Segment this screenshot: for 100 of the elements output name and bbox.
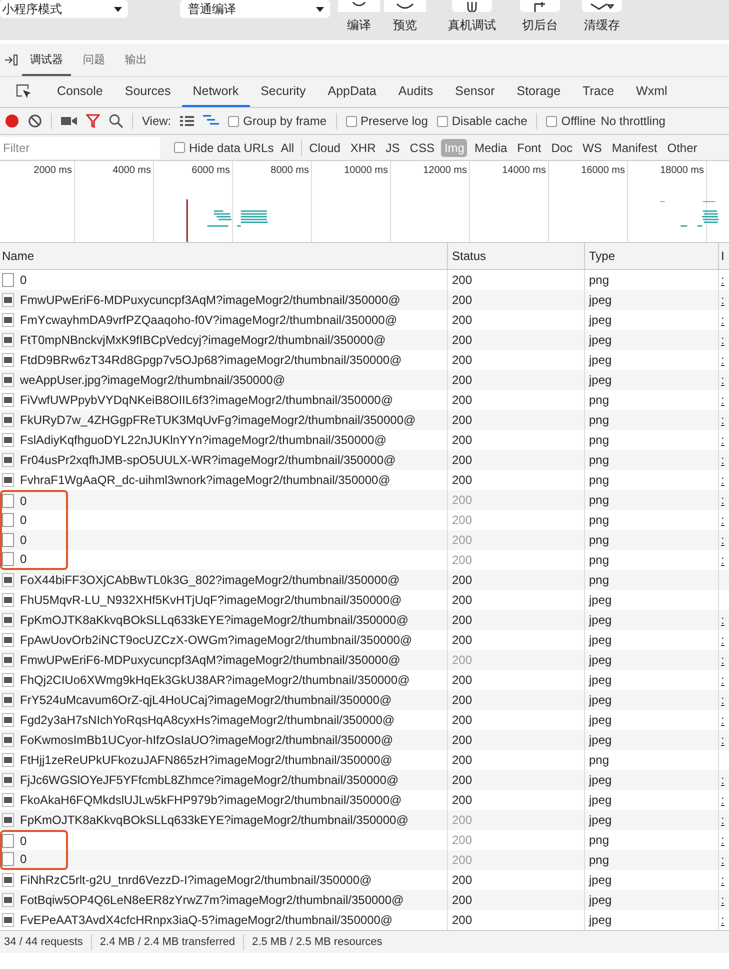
waterfall-view-icon[interactable] [203,115,220,127]
request-name[interactable]: FrY524uMcavum6OrZ-qjL4HoUCaj?imageMogr2/thumbnail/350000@ [20,693,392,707]
request-name[interactable]: FhQj2CIUo6XWmg9kHqEk3GkU38AR?imageMogr2/thumbnail/350000@ [20,673,410,687]
request-name[interactable]: FpKmOJTK8aKkvqBOkSLLq633kEYE?imageMogr2/thumbnail/350000@ [20,813,408,827]
checkbox-option[interactable]: Offline [546,114,596,128]
request-name[interactable]: 0 [20,834,27,848]
request-name[interactable]: FiNhRzC5rlt-g2U_tnrd6VezzD-I?imageMogr2/thumbnail/350000@ [20,873,372,887]
initiator-link[interactable]: : [721,513,724,527]
initiator-link[interactable]: : [721,853,724,867]
type-filter[interactable]: CSS [406,138,438,156]
filter-icon[interactable] [86,114,100,128]
request-name[interactable]: FotBqiw5OP4Q6LeN8eER8zYrwZ7m?imageMogr2/thumbnail/350000@ [20,893,404,907]
compile-dropdown[interactable]: 普通编译 [180,0,330,18]
devtools-tab[interactable]: Trace [572,77,626,107]
request-name[interactable]: FhU5MqvR-LU_N932XHf5KvHTjUqF?imageMogr2/thumbnail/350000@ [20,593,402,607]
initiator-link[interactable]: : [721,653,724,667]
request-name[interactable]: 0 [20,273,27,287]
initiator-link[interactable]: : [721,773,724,787]
list-view-icon[interactable] [180,115,194,127]
checkbox-option[interactable]: Disable cache [436,114,528,128]
type-filter[interactable]: All [278,138,298,156]
initiator-link[interactable]: : [721,893,724,907]
devtools-tab[interactable]: Sources [114,77,182,107]
request-name[interactable]: FiVwfUWPpybVYDqNKeiB8OIIL6f3?imageMogr2/thumbnail/350000@ [20,393,394,407]
request-name[interactable]: 0 [20,852,27,866]
type-filter[interactable]: WS [580,138,605,156]
initiator-link[interactable]: : [721,733,724,747]
type-filter[interactable]: Font [514,138,544,156]
throttling-dropdown[interactable]: No throttling [600,114,666,128]
initiator-link[interactable]: : [721,293,724,307]
request-name[interactable]: 0 [20,552,27,566]
initiator-link[interactable]: : [721,473,724,487]
initiator-link[interactable]: : [721,453,724,467]
devtools-tab[interactable]: Sensor [444,77,506,107]
column-header[interactable]: I [719,243,729,269]
type-filter[interactable]: XHR [347,138,379,156]
initiator-link[interactable]: : [721,613,724,627]
background-button[interactable]: 切后台 [516,0,564,34]
initiator-link[interactable]: : [721,633,724,647]
column-header[interactable]: Type [585,243,719,269]
type-filter[interactable]: Manifest [608,138,660,156]
initiator-link[interactable]: : [721,373,724,387]
search-icon[interactable] [109,114,123,128]
type-filter[interactable]: JS [382,138,403,156]
column-header[interactable]: Name [0,243,448,269]
panel-tab[interactable]: 问题 [75,44,113,76]
request-name[interactable]: Fr04usPr2xqfhJMB-spO5UULX-WR?imageMogr2/thumbnail/350000@ [20,453,396,467]
initiator-link[interactable]: : [721,873,724,887]
request-name[interactable]: FvhraF1WgAaQR_dc-uihml3wnork?imageMogr2/thumbnail/350000@ [20,473,390,487]
initiator-link[interactable]: : [721,553,724,567]
request-name[interactable]: FjJc6WGSlOYeJF5YFfcmbL8Zhmce?imageMogr2/thumbnail/350000@ [20,773,399,787]
request-name[interactable]: FoX44biFF3OXjCAbBwTL0k3G_802?imageMogr2/thumbnail/350000@ [20,573,400,587]
request-name[interactable]: FslAdiyKqfhguoDYL22nJUKlnYYn?imageMogr2/thumbnail/350000@ [20,433,386,447]
initiator-link[interactable]: : [721,353,724,367]
initiator-link[interactable]: : [721,833,724,847]
initiator-link[interactable]: : [721,333,724,347]
clear-icon[interactable] [28,114,42,128]
video-camera-icon[interactable] [61,116,77,126]
request-name[interactable]: FkoAkaH6FQMkdslUJLw5kFHP979b?imageMogr2/thumbnail/350000@ [20,793,402,807]
filter-field[interactable]: Filter [0,136,160,158]
type-filter[interactable]: Other [664,138,700,156]
devtools-tab[interactable]: Wxml [625,77,678,107]
request-name[interactable]: FoKwmosImBb1UCyor-hIfzOsIaUO?imageMogr2/thumbnail/350000@ [20,733,394,747]
request-name[interactable]: FtHjj1zeReUPkUFkozuJAFN865zH?imageMogr2/thumbnail/350000@ [20,753,392,767]
checkbox-option[interactable]: Hide data URLs [174,140,274,154]
dock-icon[interactable] [4,54,18,66]
request-name[interactable]: FvEPeAAT3AvdX4cfcHRnpx3iaQ-5?imageMogr2/thumbnail/350000@ [20,913,393,927]
inspect-icon[interactable] [16,84,32,100]
devtools-tab[interactable]: Console [46,77,114,107]
type-filter[interactable]: Media [471,138,510,156]
initiator-link[interactable]: : [721,673,724,687]
request-name[interactable]: FpKmOJTK8aKkvqBOkSLLq633kEYE?imageMogr2/thumbnail/350000@ [20,613,408,627]
devtools-tab[interactable]: Security [250,77,317,107]
initiator-link[interactable]: : [721,413,724,427]
compile-button[interactable]: 编译 [338,0,380,34]
debug-button[interactable]: 真机调试 [442,0,502,34]
initiator-link[interactable]: : [721,313,724,327]
initiator-link[interactable]: : [721,393,724,407]
request-name[interactable]: weAppUser.jpg?imageMogr2/thumbnail/350000@ [20,373,286,387]
clear-cache-button[interactable]: 清缓存 [578,0,626,34]
request-name[interactable]: FtdD9BRw6zT34Rd8Gpgp7v5OJp68?imageMogr2/thumbnail/350000@ [20,353,402,367]
request-name[interactable]: 0 [20,513,27,527]
initiator-link[interactable]: : [721,713,724,727]
checkbox-option[interactable]: Preserve log [346,114,428,128]
initiator-link[interactable]: : [721,533,724,547]
request-name[interactable]: FmwUPwEriF6-MDPuxycuncpf3AqM?imageMogr2/thumbnail/350000@ [20,653,400,667]
devtools-tab[interactable]: AppData [316,77,388,107]
initiator-link[interactable]: : [721,693,724,707]
initiator-link[interactable]: : [721,793,724,807]
devtools-tab[interactable]: Audits [387,77,444,107]
type-filter[interactable]: Cloud [306,138,344,156]
type-filter[interactable]: Doc [548,138,576,156]
initiator-link[interactable]: : [721,273,724,287]
devtools-tab[interactable]: Storage [506,77,572,107]
initiator-link[interactable]: : [721,493,724,507]
request-name[interactable]: Fgd2y3aH7sNIchYoRqsHqA8cyxHs?imageMogr2/thumbnail/350000@ [20,713,395,727]
initiator-link[interactable]: : [721,433,724,447]
initiator-link[interactable]: : [721,913,724,927]
request-name[interactable]: FmwUPwEriF6-MDPuxycuncpf3AqM?imageMogr2/thumbnail/350000@ [20,293,400,307]
request-name[interactable]: 0 [20,494,27,508]
